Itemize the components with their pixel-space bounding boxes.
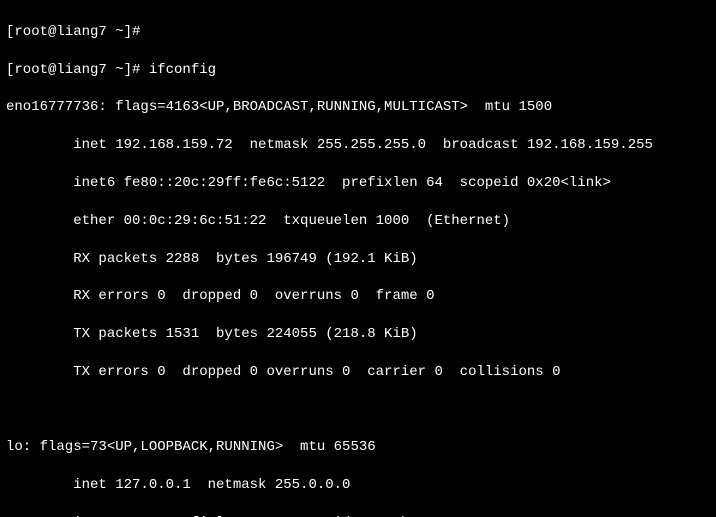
iface-rx-errors: RX errors 0 dropped 0 overruns 0 frame 0 bbox=[6, 287, 710, 306]
iface-inet: inet 127.0.0.1 netmask 255.0.0.0 bbox=[6, 476, 710, 495]
iface-ether: ether 00:0c:29:6c:51:22 txqueuelen 1000 … bbox=[6, 212, 710, 231]
iface-tx-errors: TX errors 0 dropped 0 overruns 0 carrier… bbox=[6, 363, 710, 382]
iface-inet: inet 192.168.159.72 netmask 255.255.255.… bbox=[6, 136, 710, 155]
iface-tx-packets: TX packets 1531 bytes 224055 (218.8 KiB) bbox=[6, 325, 710, 344]
terminal-output[interactable]: [root@liang7 ~]# [root@liang7 ~]# ifconf… bbox=[0, 0, 716, 517]
iface-header: eno16777736: flags=4163<UP,BROADCAST,RUN… bbox=[6, 98, 710, 117]
iface-rx-packets: RX packets 2288 bytes 196749 (192.1 KiB) bbox=[6, 250, 710, 269]
iface-inet6: inet6 fe80::20c:29ff:fe6c:5122 prefixlen… bbox=[6, 174, 710, 193]
prompt-line-partial: [root@liang7 ~]# bbox=[6, 23, 710, 42]
prompt-line-command: [root@liang7 ~]# ifconfig bbox=[6, 61, 710, 80]
blank-line bbox=[6, 401, 710, 420]
iface-header: lo: flags=73<UP,LOOPBACK,RUNNING> mtu 65… bbox=[6, 438, 710, 457]
